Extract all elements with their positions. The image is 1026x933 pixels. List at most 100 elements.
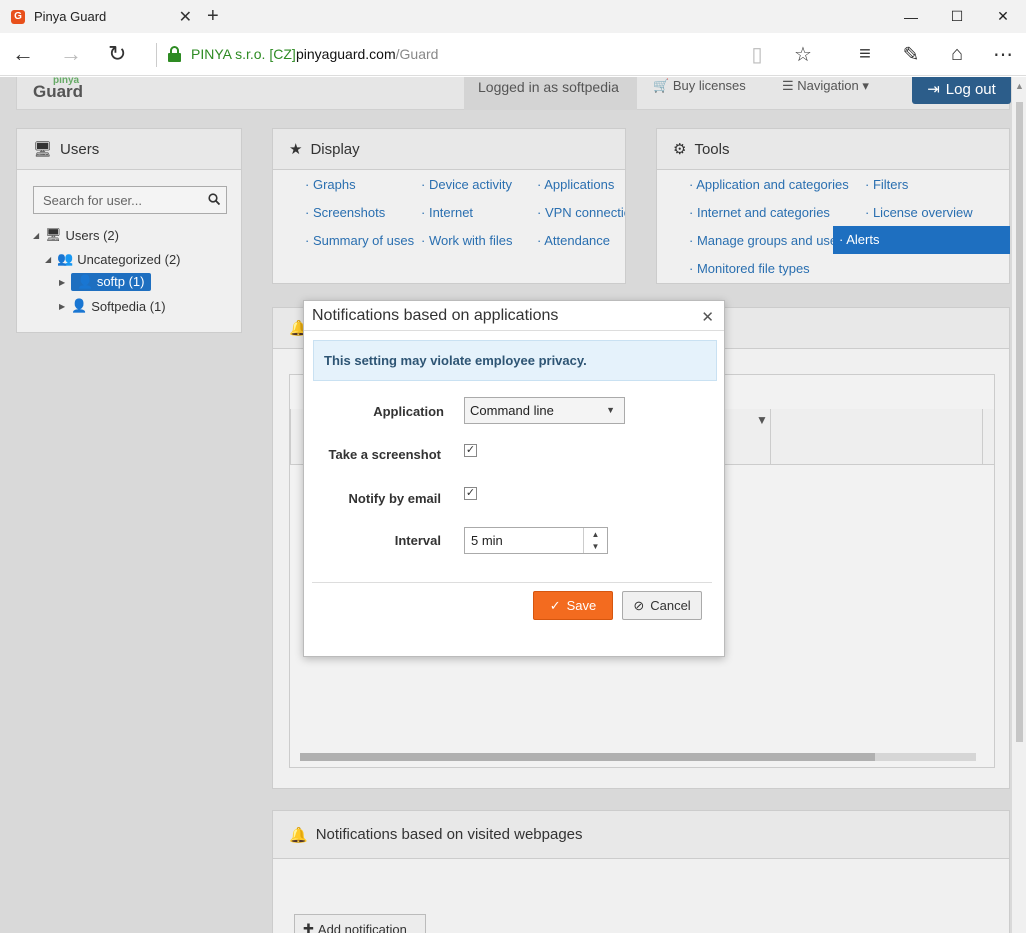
tree-node-softp-selected[interactable]: 👤 softp (1) (71, 273, 151, 291)
privacy-alert: This setting may violate employee privac… (313, 340, 717, 381)
display-panel-header: ★ Display (273, 129, 625, 170)
new-tab-icon[interactable]: + (207, 5, 219, 28)
collapse-icon[interactable]: ◢ (45, 255, 53, 264)
link-manage-groups[interactable]: Manage groups and users (689, 233, 833, 248)
tools-panel-header: ⚙ Tools (657, 129, 1009, 170)
screenshot-checkbox[interactable]: ✓ (464, 444, 477, 457)
tab-close-icon[interactable]: ✕ (179, 7, 192, 27)
window-close-icon[interactable]: ✕ (980, 0, 1026, 33)
interval-spinner[interactable]: 5 min ▲ ▼ (464, 527, 608, 554)
cancel-button[interactable]: ⊘ Cancel (622, 591, 702, 620)
pinya-favicon-icon: G (11, 9, 25, 24)
reading-view-icon[interactable]: ▯ (734, 42, 780, 67)
horizontal-scrollbar-thumb[interactable] (300, 753, 875, 761)
link-work-with-files[interactable]: Work with files (421, 233, 533, 248)
dialog-title: Notifications based on applications (312, 306, 559, 324)
group-icon: 👥 (57, 251, 74, 266)
user-search-input[interactable]: Search for user... (33, 186, 227, 214)
browser-tab[interactable]: G Pinya Guard ✕ (0, 0, 200, 33)
link-alerts[interactable]: Alerts (833, 226, 1010, 254)
interval-label: Interval (394, 533, 441, 548)
web-note-icon[interactable]: ✎ (888, 42, 934, 67)
top-navigation: pinya Guard Logged in as softpedia 🛒 Buy… (16, 77, 1011, 110)
more-icon[interactable]: ⋯ (980, 42, 1026, 67)
link-applications[interactable]: Applications (537, 177, 625, 192)
display-panel: ★ Display Graphs Device activity Applica… (272, 128, 626, 284)
spin-down-icon[interactable]: ▼ (592, 542, 600, 551)
refresh-icon[interactable]: ↻ (108, 41, 126, 67)
tree-node-users[interactable]: ◢ 🖥 Users (2) (33, 225, 119, 245)
tree-node-uncategorized-label: Uncategorized (2) (77, 251, 181, 267)
expand-icon[interactable]: ▶ (59, 302, 67, 311)
sign-out-icon: ⇥ (927, 81, 940, 98)
link-monitored-file-types[interactable]: Monitored file types (689, 261, 849, 276)
spin-up-icon[interactable]: ▲ (592, 530, 600, 539)
ban-icon: ⊘ (633, 597, 645, 613)
search-icon[interactable] (208, 193, 220, 205)
save-label: Save (566, 598, 597, 613)
share-icon[interactable]: ⌂ (934, 43, 980, 66)
page-scrollbar[interactable]: ▲ (1012, 77, 1026, 933)
expand-icon[interactable]: ▶ (59, 278, 67, 287)
monitor-icon: 🖥 (33, 141, 53, 158)
buy-licenses-link[interactable]: 🛒 Buy licenses (653, 77, 746, 95)
link-internet[interactable]: Internet (421, 205, 533, 220)
caret-down-icon: ▾ (862, 78, 869, 93)
link-screenshots[interactable]: Screenshots (305, 205, 417, 220)
link-filters[interactable]: Filters (865, 177, 1005, 192)
user-search-placeholder: Search for user... (43, 193, 142, 208)
add-notification-button[interactable]: ✚ Add notification (294, 914, 426, 933)
tree-node-uncategorized[interactable]: ◢ 👥 Uncategorized (2) (45, 249, 181, 269)
hub-icon[interactable]: ≡ (842, 43, 888, 66)
page-scrollbar-thumb[interactable] (1016, 102, 1023, 742)
web-notifications-panel: 🔔 Notifications based on visited webpage… (272, 810, 1010, 933)
link-graphs[interactable]: Graphs (305, 177, 417, 192)
save-button[interactable]: ✓ Save (533, 591, 613, 620)
add-notification-label: Add notification (317, 921, 407, 933)
lock-icon[interactable] (168, 46, 181, 62)
url-field[interactable]: pinyaguard.com/Guard (296, 46, 438, 62)
spinner-buttons: ▲ ▼ (583, 528, 607, 553)
link-license-overview[interactable]: License overview (865, 205, 1005, 220)
scroll-up-icon[interactable]: ▲ (1015, 81, 1024, 91)
application-select-value: Command line (470, 403, 554, 418)
screenshot-label: Take a screenshot (328, 447, 441, 462)
email-checkbox[interactable]: ✓ (464, 487, 477, 500)
navigation-dropdown[interactable]: ☰ Navigation ▾ (782, 77, 869, 95)
link-summary-of-uses[interactable]: Summary of uses (305, 233, 425, 248)
dialog-close-icon[interactable]: ✕ (701, 308, 714, 326)
link-application-categories[interactable]: Application and categories (689, 177, 849, 192)
window-controls: — ☐ ✕ (888, 0, 1026, 33)
certificate-label[interactable]: PINYA s.r.o. [CZ] (191, 46, 296, 62)
link-attendance[interactable]: Attendance (537, 233, 625, 248)
tree-node-users-label: Users (2) (65, 227, 119, 243)
browser-toolbar: ▯ ☆ ≡ ✎ ⌂ ⋯ (734, 33, 1026, 76)
link-internet-categories[interactable]: Internet and categories (689, 205, 849, 220)
select-caret-icon: ▼ (606, 405, 615, 415)
link-vpn-connections[interactable]: VPN connections (537, 205, 625, 220)
maximize-icon[interactable]: ☐ (934, 0, 980, 33)
browser-tabbar: G Pinya Guard ✕ + — ☐ ✕ (0, 0, 1026, 33)
collapse-icon[interactable]: ◢ (33, 231, 41, 240)
email-label: Notify by email (348, 491, 441, 506)
user-icon: 👤 (77, 274, 94, 289)
filter-funnel-icon[interactable]: ▼ (756, 413, 768, 427)
horizontal-scrollbar[interactable] (300, 753, 976, 761)
tools-panel-title: Tools (694, 140, 730, 158)
user-icon: 👤 (71, 298, 88, 313)
pinya-guard-logo[interactable]: pinya Guard (33, 77, 83, 102)
link-device-activity[interactable]: Device activity (421, 177, 533, 192)
menu-icon: ☰ (782, 78, 794, 93)
back-icon[interactable]: ← (12, 41, 34, 67)
tree-node-softp[interactable]: ▶ 👤 softp (1) (59, 272, 151, 292)
tree-node-softpedia[interactable]: ▶ 👤 Softpedia (1) (59, 296, 166, 316)
favorite-star-icon[interactable]: ☆ (780, 42, 826, 67)
logout-button[interactable]: ⇥ Log out (912, 77, 1011, 104)
dialog-separator (312, 582, 712, 583)
display-panel-title: Display (310, 140, 360, 158)
forward-icon[interactable]: → (60, 41, 82, 67)
minimize-icon[interactable]: — (888, 0, 934, 33)
application-select[interactable]: Command line ▼ (464, 397, 625, 424)
users-panel: 🖥 Users Search for user... ◢ 🖥 Users (2)… (16, 128, 242, 333)
web-notifications-title: Notifications based on visited webpages (315, 826, 583, 843)
